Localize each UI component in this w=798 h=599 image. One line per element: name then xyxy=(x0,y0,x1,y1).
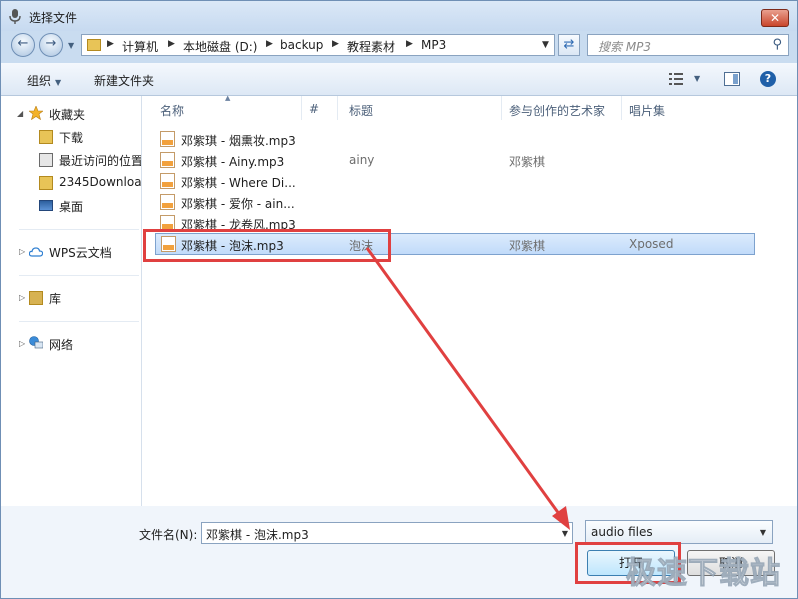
arrow-line xyxy=(365,247,564,519)
annotation-arrow xyxy=(365,247,570,530)
watermark-text: 极速下载站 xyxy=(626,556,781,592)
